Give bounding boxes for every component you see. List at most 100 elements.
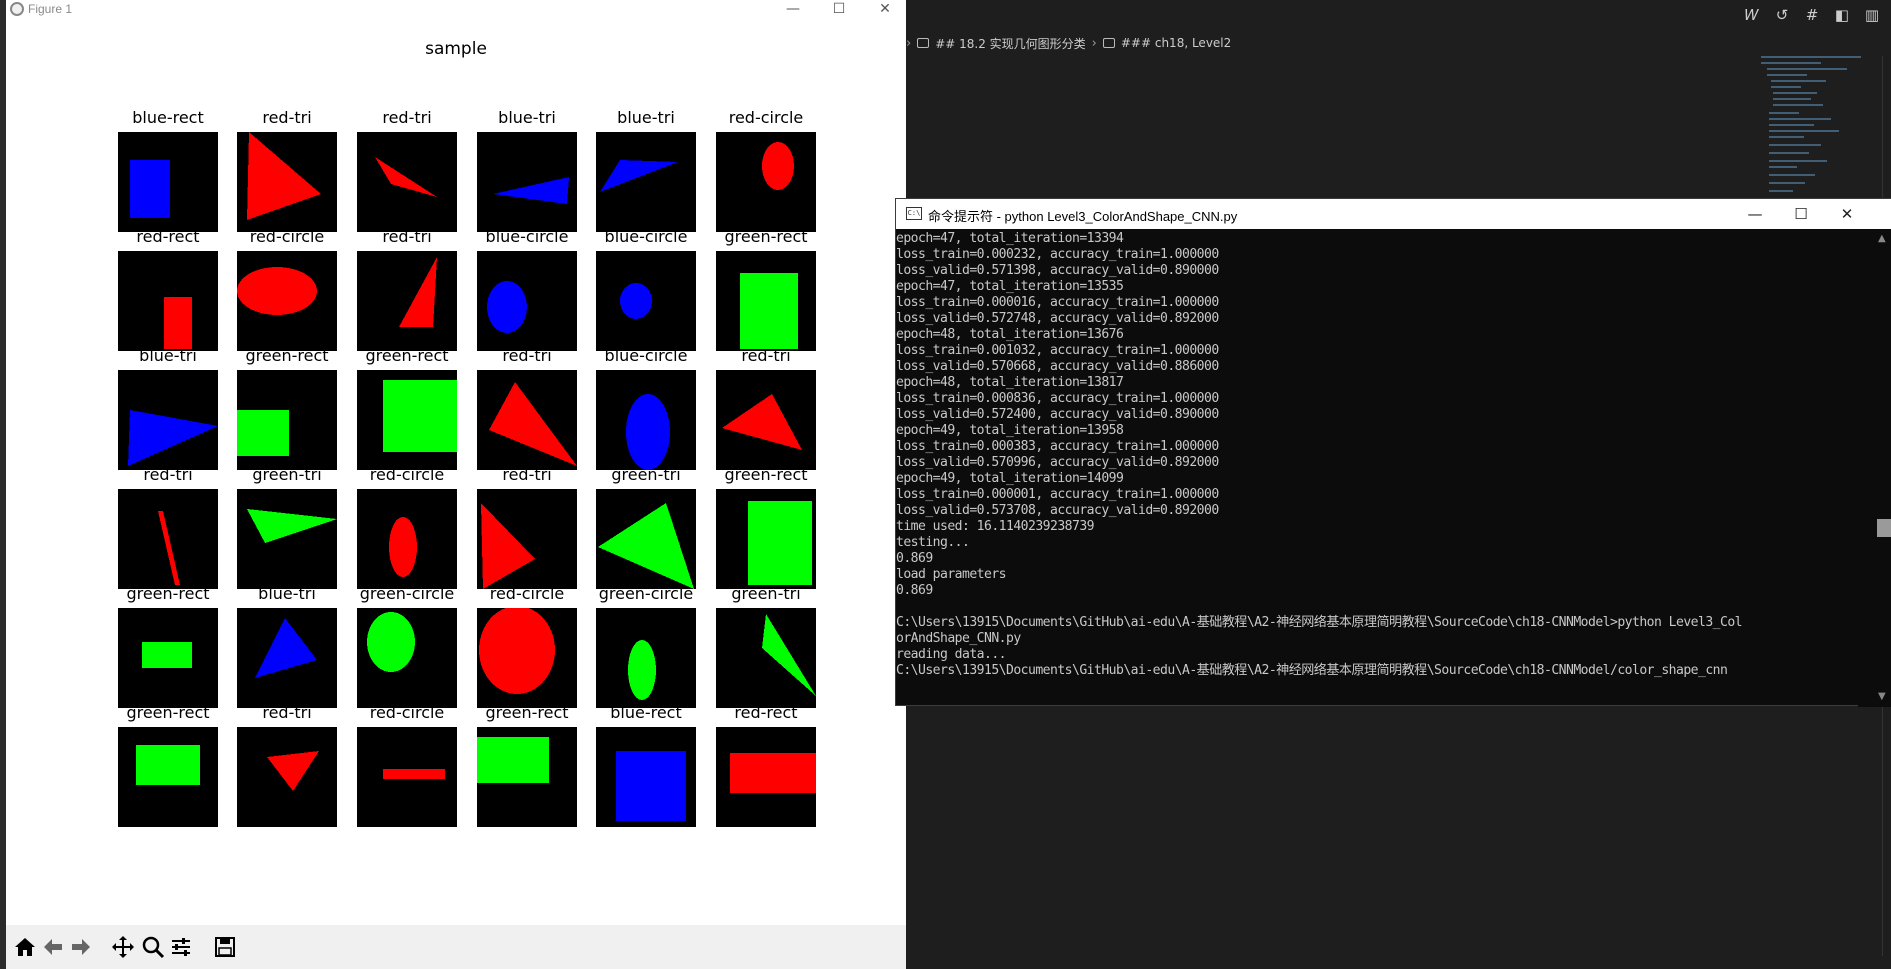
console-line: epoch=49, total_iteration=14099 xyxy=(896,471,1124,486)
console-maximize-button[interactable]: ☐ xyxy=(1778,199,1824,229)
console-line: orAndShape_CNN.py xyxy=(896,631,1021,646)
breadcrumb-item[interactable]: ### ch18, Level2 xyxy=(1121,36,1231,50)
home-icon[interactable] xyxy=(12,933,38,961)
triangle-shape xyxy=(128,410,218,466)
triangle-shape xyxy=(247,509,337,543)
figure-titlebar: Figure 1 — ☐ ✕ xyxy=(6,0,906,20)
sample-image xyxy=(118,727,218,827)
console-line: epoch=48, total_iteration=13676 xyxy=(896,327,1124,342)
hash-icon[interactable]: # xyxy=(1803,6,1821,24)
circle-shape xyxy=(487,281,527,333)
sample-image xyxy=(596,727,696,827)
sample-label: green-rect xyxy=(245,346,329,365)
zoom-icon[interactable] xyxy=(140,933,166,961)
console-line: loss_train=0.000836, accuracy_train=1.00… xyxy=(896,391,1219,406)
back-icon[interactable] xyxy=(40,933,66,961)
console-line: 0.869 xyxy=(896,583,933,598)
scroll-up-icon[interactable]: ▲ xyxy=(1878,233,1886,244)
close-button[interactable]: ✕ xyxy=(862,0,908,18)
figure-title: Figure 1 xyxy=(28,2,73,16)
sample-image xyxy=(477,251,577,351)
sample-image xyxy=(716,608,816,708)
console-line: epoch=47, total_iteration=13394 xyxy=(896,231,1124,246)
pan-icon[interactable] xyxy=(110,933,136,961)
split-preview-icon[interactable]: ◧ xyxy=(1833,6,1851,24)
sample-label: red-tri xyxy=(382,227,432,246)
console-line: loss_train=0.000383, accuracy_train=1.00… xyxy=(896,439,1219,454)
sample-image xyxy=(118,489,218,589)
sample-image xyxy=(118,370,218,470)
console-line: epoch=48, total_iteration=13817 xyxy=(896,375,1124,390)
console-line: epoch=47, total_iteration=13535 xyxy=(896,279,1124,294)
sample-image xyxy=(716,727,816,827)
triangle-shape xyxy=(489,382,577,466)
breadcrumb: › ## 18.2 实现几何图形分类 › ### ch18, Level2 xyxy=(906,32,1231,54)
sample-image xyxy=(596,370,696,470)
console-close-button[interactable]: ✕ xyxy=(1824,199,1870,229)
console-title: 命令提示符 - python Level3_ColorAndShape_CNN.… xyxy=(928,209,1238,224)
console-line: loss_valid=0.570996, accuracy_valid=0.89… xyxy=(896,455,1219,470)
sample-label: blue-tri xyxy=(617,108,675,127)
sample-label: red-tri xyxy=(382,108,432,127)
console-minimize-button[interactable]: — xyxy=(1732,199,1778,229)
sample-label: green-rect xyxy=(724,227,808,246)
scrollbar-thumb[interactable] xyxy=(1877,519,1891,537)
w-icon[interactable]: 𝑊 xyxy=(1743,6,1761,24)
sample-image xyxy=(716,132,816,232)
circle-shape xyxy=(389,517,417,577)
sample-image xyxy=(118,608,218,708)
console-output[interactable]: epoch=47, total_iteration=13394 loss_trai… xyxy=(896,231,1856,701)
triangle-shape xyxy=(158,511,180,585)
sample-image xyxy=(357,370,457,470)
scroll-down-icon[interactable]: ▼ xyxy=(1878,691,1886,702)
configure-icon[interactable] xyxy=(168,933,194,961)
triangle-shape xyxy=(267,751,319,791)
forward-icon[interactable] xyxy=(68,933,94,961)
sample-image xyxy=(716,251,816,351)
sample-label: red-rect xyxy=(136,227,200,246)
save-icon[interactable] xyxy=(212,933,238,961)
sample-label: blue-circle xyxy=(604,346,688,365)
breadcrumb-item[interactable]: ## 18.2 实现几何图形分类 xyxy=(935,35,1085,52)
sample-image xyxy=(357,489,457,589)
rect-shape xyxy=(740,273,798,349)
markdown-section-icon xyxy=(917,38,930,48)
sample-label: red-tri xyxy=(502,346,552,365)
rect-shape xyxy=(730,753,816,793)
sample-label: blue-rect xyxy=(610,703,682,722)
console-line: load parameters xyxy=(896,567,1007,582)
sample-label: red-rect xyxy=(734,703,798,722)
triangle-shape xyxy=(399,257,437,327)
sample-label: green-tri xyxy=(611,465,681,484)
sample-image xyxy=(237,489,337,589)
sample-label: green-rect xyxy=(126,584,210,603)
sample-label: red-circle xyxy=(369,465,445,484)
sample-image xyxy=(477,608,577,708)
rect-shape xyxy=(142,642,192,668)
console-scrollbar[interactable]: ▲ ▼ xyxy=(1858,229,1891,707)
sample-image xyxy=(237,251,337,351)
rect-shape xyxy=(748,501,812,585)
sample-label: green-rect xyxy=(365,346,449,365)
maximize-button[interactable]: ☐ xyxy=(816,0,862,18)
sample-label: green-rect xyxy=(126,703,210,722)
sample-label: red-circle xyxy=(728,108,804,127)
sample-label: green-rect xyxy=(724,465,808,484)
console-app-icon: C:\ xyxy=(906,207,922,220)
rect-shape xyxy=(130,160,170,218)
plot-title: sample xyxy=(425,39,487,59)
sample-label: red-tri xyxy=(502,465,552,484)
sample-label: blue-tri xyxy=(139,346,197,365)
sample-image xyxy=(357,132,457,232)
sample-label: green-rect xyxy=(485,703,569,722)
minimap[interactable] xyxy=(1761,56,1871,206)
sample-label: green-circle xyxy=(598,584,694,603)
split-editor-icon[interactable]: ▥ xyxy=(1863,6,1881,24)
circle-shape xyxy=(620,283,652,319)
rect-shape xyxy=(136,745,200,785)
triangle-shape xyxy=(598,503,694,589)
chevron-right-icon: › xyxy=(906,35,912,51)
sample-label: red-circle xyxy=(369,703,445,722)
history-icon[interactable]: ↺ xyxy=(1773,6,1791,24)
minimize-button[interactable]: — xyxy=(770,0,816,18)
